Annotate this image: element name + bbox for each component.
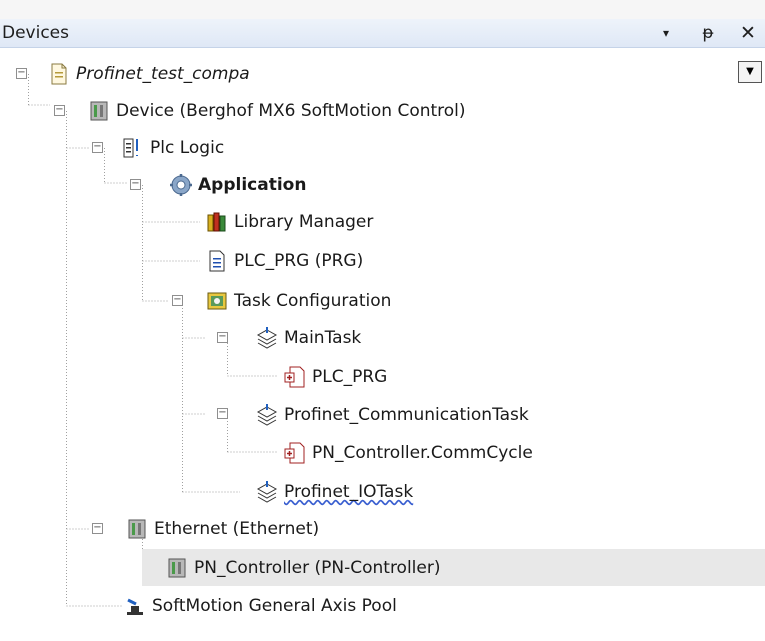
device-icon bbox=[88, 99, 110, 123]
tree-node-io-task[interactable]: Profinet_IOTask bbox=[256, 473, 413, 510]
tree-node-label: MainTask bbox=[284, 327, 362, 348]
tree-node-label: Plc Logic bbox=[150, 137, 225, 158]
tree-node-plc-logic[interactable]: Plc Logic bbox=[122, 129, 224, 166]
top-strip bbox=[0, 0, 765, 19]
gear-icon bbox=[170, 173, 192, 197]
device-icon bbox=[126, 517, 148, 541]
tree-node-application[interactable]: Application bbox=[170, 166, 306, 203]
tree-node-label: Profinet_IOTask bbox=[284, 481, 414, 502]
tree-node-label: Library Manager bbox=[234, 211, 374, 232]
expander-ethernet[interactable]: − bbox=[92, 523, 103, 534]
expander-communication-task[interactable]: − bbox=[217, 408, 228, 419]
expander-application[interactable]: − bbox=[130, 179, 141, 190]
library-books-icon bbox=[206, 210, 228, 234]
axis-pool-icon bbox=[124, 594, 146, 618]
tree-node-label: PN_Controller (PN-Controller) bbox=[194, 557, 441, 578]
task-stack-icon bbox=[256, 480, 278, 504]
tree-node-maintask[interactable]: MainTask bbox=[256, 319, 361, 356]
device-icon bbox=[166, 556, 188, 580]
task-stack-icon bbox=[256, 326, 278, 350]
tree-node-label: PLC_PRG bbox=[312, 366, 388, 387]
device-tree: − Profinet_test_compa − Device (Berghof … bbox=[0, 48, 765, 641]
expander-maintask[interactable]: − bbox=[217, 332, 228, 343]
tree-node-library-manager[interactable]: Library Manager bbox=[206, 203, 373, 240]
project-file-icon bbox=[48, 62, 70, 86]
tree-node-device[interactable]: Device (Berghof MX6 SoftMotion Control) bbox=[88, 92, 466, 129]
tree-node-label: Application bbox=[198, 174, 307, 195]
tree-node-label: SoftMotion General Axis Pool bbox=[152, 595, 397, 616]
tree-node-label: Ethernet (Ethernet) bbox=[154, 518, 320, 539]
expander-device[interactable]: − bbox=[54, 105, 65, 116]
tree-node-axis-pool[interactable]: SoftMotion General Axis Pool bbox=[124, 587, 397, 624]
program-call-icon bbox=[284, 365, 306, 389]
panel-title: Devices bbox=[2, 23, 69, 43]
tree-node-label: Profinet_test_compa bbox=[76, 63, 250, 84]
panel-title-bar: Devices ▾ ᵽ ✕ bbox=[0, 19, 765, 48]
tree-node-task-configuration[interactable]: Task Configuration bbox=[206, 282, 391, 319]
expander-project[interactable]: − bbox=[16, 68, 27, 79]
plc-logic-icon bbox=[122, 136, 144, 160]
tree-node-label: PLC_PRG (PRG) bbox=[234, 250, 364, 271]
tree-node-communication-task[interactable]: Profinet_CommunicationTask bbox=[256, 396, 529, 433]
tree-node-plc-prg[interactable]: PLC_PRG (PRG) bbox=[206, 242, 363, 279]
tree-node-label: PN_Controller.CommCycle bbox=[312, 442, 533, 463]
expander-task-configuration[interactable]: − bbox=[172, 295, 183, 306]
tree-node-label: Device (Berghof MX6 SoftMotion Control) bbox=[116, 100, 466, 121]
tree-node-ethernet[interactable]: Ethernet (Ethernet) bbox=[126, 510, 319, 547]
tree-node-commcycle[interactable]: PN_Controller.CommCycle bbox=[284, 434, 533, 471]
tree-node-project[interactable]: Profinet_test_compa bbox=[48, 55, 250, 92]
close-icon[interactable]: ✕ bbox=[737, 22, 759, 44]
tree-node-label: Profinet_CommunicationTask bbox=[284, 404, 529, 425]
task-configuration-icon bbox=[206, 289, 228, 313]
panel-menu-dropdown-icon[interactable]: ▾ bbox=[655, 22, 677, 44]
program-call-icon bbox=[284, 441, 306, 465]
expander-plc-logic[interactable]: − bbox=[92, 142, 103, 153]
program-file-icon bbox=[206, 249, 228, 273]
tree-node-label: Task Configuration bbox=[234, 290, 392, 311]
tree-node-maintask-plc-prg[interactable]: PLC_PRG bbox=[284, 358, 387, 395]
tree-node-pn-controller[interactable]: PN_Controller (PN-Controller) bbox=[142, 549, 765, 586]
pin-icon[interactable]: ᵽ bbox=[697, 22, 719, 44]
task-stack-icon bbox=[256, 403, 278, 427]
